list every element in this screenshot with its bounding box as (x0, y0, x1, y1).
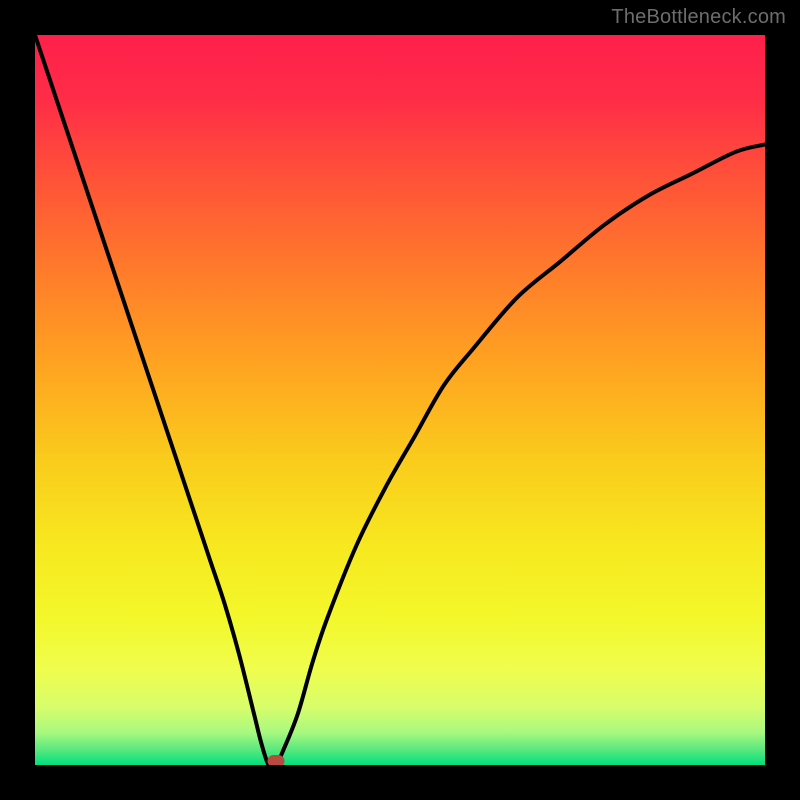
bottleneck-curve (35, 35, 765, 765)
watermark-label: TheBottleneck.com (611, 6, 786, 29)
optimal-point-marker (267, 755, 284, 765)
plot-area (35, 35, 765, 765)
chart-frame: TheBottleneck.com (0, 0, 800, 800)
